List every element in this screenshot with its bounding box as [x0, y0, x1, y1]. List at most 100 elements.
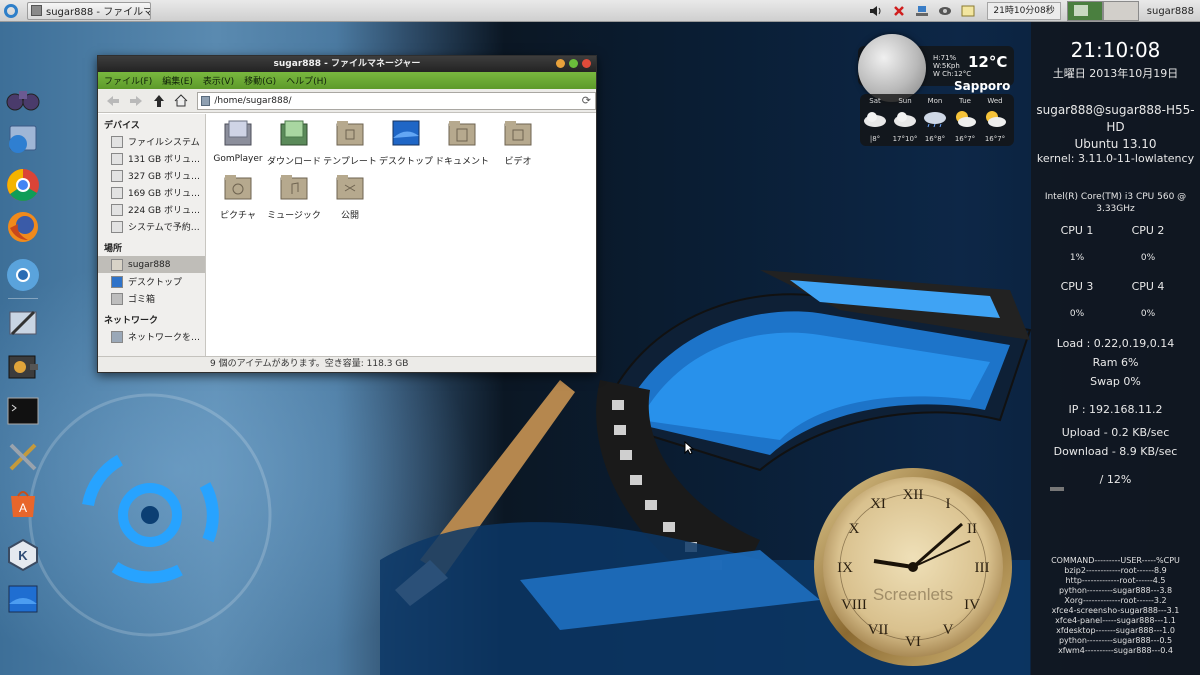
sidebar-item-volume-169[interactable]: 169 GB ボリュ…	[98, 184, 205, 201]
file-item-gomplayer[interactable]: GomPlayer	[208, 120, 268, 164]
up-button[interactable]	[150, 92, 168, 110]
network-icon	[111, 330, 123, 343]
cpu-label: CPU 4	[1131, 280, 1165, 293]
location-bar[interactable]: /home/sugar888/ ⟳	[197, 91, 596, 110]
workspace-switcher	[1066, 1, 1139, 21]
graphics-editor-icon[interactable]	[4, 304, 42, 342]
menu-edit[interactable]: 編集(E)	[162, 74, 193, 87]
k-launcher-icon[interactable]: K	[4, 536, 42, 574]
file-item-downloads[interactable]: ダウンロード	[264, 120, 324, 167]
sidebar-item-volume-131[interactable]: 131 GB ボリュ…	[98, 150, 205, 167]
desktop-folder-icon	[392, 120, 420, 146]
sidebar-header-devices: デバイス	[104, 121, 140, 131]
moon-icon	[858, 34, 926, 102]
process-row: python---------sugar888---0.5	[1058, 636, 1173, 645]
sidebar-item-trash[interactable]: ゴミ箱	[98, 290, 205, 307]
file-item-pictures[interactable]: ピクチャ	[208, 174, 268, 221]
workspace-1[interactable]	[1066, 1, 1103, 21]
sidebar-item-network[interactable]: ネットワークを…	[98, 328, 205, 345]
desktop-icon[interactable]	[4, 580, 42, 618]
home-button[interactable]	[173, 92, 191, 110]
svg-text:III: III	[975, 560, 990, 576]
top-panel: sugar888 - ファイルマネ… 21時10分08秒 sugar888	[0, 0, 1200, 22]
folder-icon	[201, 95, 211, 106]
chromium-icon[interactable]	[4, 256, 42, 294]
cpu-label: CPU 3	[1060, 280, 1094, 293]
sidebar-item-label: ゴミ箱	[128, 295, 156, 305]
cpu-value: 0%	[1140, 253, 1156, 263]
minimize-button[interactable]	[556, 59, 565, 68]
system-monitor-panel: 21:10:08 土曜日 2013年10月19日 sugar888@sugar8…	[1031, 22, 1200, 675]
sidebar-item-label: sugar888	[128, 259, 171, 270]
file-item-videos[interactable]: ビデオ	[488, 120, 548, 167]
sidebar-item-home[interactable]: sugar888	[98, 256, 205, 273]
back-button[interactable]	[104, 92, 122, 110]
weather-forecast-panel: Sat Sun Mon Tue Wed |8° 17°10° 16°8° 16°…	[860, 94, 1014, 146]
screenshot-icon[interactable]	[937, 3, 953, 19]
firefox-icon[interactable]	[4, 208, 42, 246]
panel-user-name[interactable]: sugar888	[1139, 6, 1200, 17]
file-item-documents[interactable]: ドキュメント	[432, 120, 492, 167]
chrome-icon[interactable]	[4, 166, 42, 204]
arrow-left-icon	[106, 95, 119, 106]
workspace-2[interactable]	[1102, 1, 1139, 21]
terminal-icon[interactable]	[4, 392, 42, 430]
videos-folder-icon	[504, 121, 532, 146]
window-icon	[31, 5, 42, 16]
monitor-download: Download - 8.9 KB/sec	[1053, 445, 1178, 458]
file-item-desktop[interactable]: デスクトップ	[376, 120, 436, 167]
sidebar-item-volume-224[interactable]: 224 GB ボリュ…	[98, 201, 205, 218]
sidebar-item-label: 327 GB ボリュ…	[128, 172, 201, 182]
menu-go[interactable]: 移動(G)	[244, 74, 276, 87]
monitor-upload: Upload - 0.2 KB/sec	[1061, 426, 1170, 439]
file-manager-icon[interactable]	[4, 120, 42, 158]
svg-text:K: K	[18, 548, 28, 563]
drive-icon	[111, 203, 123, 216]
system-tray: 21時10分08秒 sugar888	[868, 0, 1200, 22]
sidebar-item-system-reserved[interactable]: システムで予約…	[98, 218, 205, 235]
arrow-up-icon	[153, 94, 164, 107]
partly-sunny-icon	[956, 111, 976, 127]
monitor-swap: Swap 0%	[1090, 375, 1141, 388]
weather-windchill: W Ch:12°C	[933, 70, 972, 78]
maximize-button[interactable]	[569, 59, 578, 68]
sidebar-item-volume-327[interactable]: 327 GB ボリュ…	[98, 167, 205, 184]
monitor-load: Load : 0.22,0.19,0.14	[1056, 337, 1175, 350]
clock-screenlet[interactable]: XII I II III IV V VI VII VIII IX X XI Sc…	[812, 466, 1014, 668]
file-item-music[interactable]: ミュージック	[264, 174, 324, 221]
menu-file[interactable]: ファイル(F)	[104, 74, 152, 87]
applications-menu-button[interactable]	[0, 0, 22, 22]
forecast-range: 16°7°	[984, 135, 1006, 143]
desktop-folder-icon	[111, 275, 123, 288]
location-path: /home/sugar888/	[214, 95, 292, 106]
media-player-icon[interactable]	[4, 348, 42, 386]
panel-clock[interactable]: 21時10分08秒	[987, 2, 1061, 20]
binoculars-icon[interactable]	[4, 80, 42, 118]
close-button[interactable]	[582, 59, 591, 68]
menu-view[interactable]: 表示(V)	[203, 74, 234, 87]
window-title: sugar888 - ファイルマネージャー	[273, 59, 421, 69]
volume-icon[interactable]	[868, 3, 884, 19]
network-disconnected-icon[interactable]	[891, 3, 907, 19]
process-row: xfce4-screensho-sugar888---3.1	[1051, 606, 1180, 615]
forward-button[interactable]	[127, 92, 145, 110]
reload-icon[interactable]: ⟳	[582, 94, 591, 107]
drive-icon	[111, 220, 123, 233]
cpu-label: CPU 1	[1060, 224, 1094, 237]
network-icon[interactable]	[914, 3, 930, 19]
file-label: テンプレート	[323, 157, 377, 167]
file-view: GomPlayer ダウンロード テンプレート デスクトップ ドキュメント ビデ…	[206, 114, 596, 357]
mouse-cursor-icon	[684, 441, 694, 455]
software-center-icon[interactable]: A	[4, 484, 42, 522]
window-titlebar[interactable]: sugar888 - ファイルマネージャー	[98, 56, 596, 72]
sidebar-item-desktop[interactable]: デスクトップ	[98, 273, 205, 290]
sidebar-item-filesystem[interactable]: ファイルシステム	[98, 133, 205, 150]
indicator-icon[interactable]	[960, 3, 976, 19]
file-item-templates[interactable]: テンプレート	[320, 120, 380, 167]
taskbar-window-button[interactable]: sugar888 - ファイルマネ…	[27, 1, 151, 20]
file-item-public[interactable]: 公開	[320, 174, 380, 221]
menu-help[interactable]: ヘルプ(H)	[286, 74, 327, 87]
cloudy-icon	[894, 112, 916, 127]
settings-tools-icon[interactable]	[4, 438, 42, 476]
monitor-kernel: kernel: 3.11.0-11-lowlatency	[1036, 152, 1195, 165]
